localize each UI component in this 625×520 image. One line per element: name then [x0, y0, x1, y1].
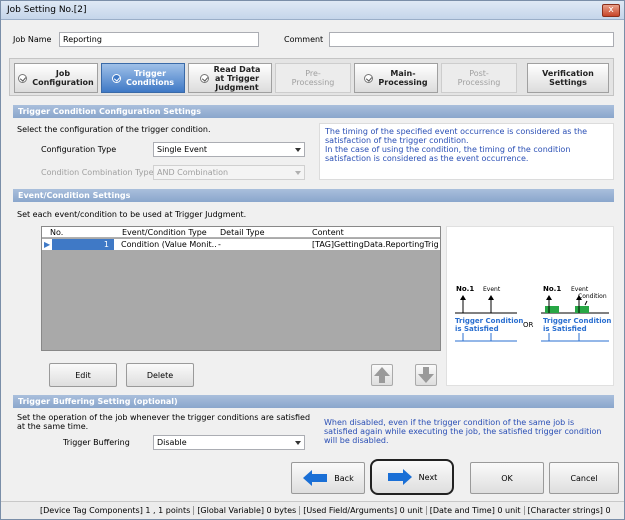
- arrow-left-icon: [303, 470, 328, 486]
- check-icon: [199, 73, 209, 83]
- trigger-buffering-select[interactable]: Disable: [153, 435, 305, 450]
- event-settings-header: Event/Condition Settings: [13, 189, 614, 202]
- table-row[interactable]: ▶ 1 Condition (Value Monit... - [TAG]Get…: [42, 239, 440, 250]
- job-setting-window: Job Setting No.[2] x Job Name Reporting …: [0, 0, 625, 520]
- step-label: Job Configuration: [32, 69, 94, 87]
- trigger-timing-diagram: No.1 Event Trigger Condition is Satisfie…: [446, 226, 614, 386]
- arrow-down-icon: [418, 367, 434, 383]
- job-name-label: Job Name: [13, 35, 52, 44]
- condition-timeline-icon: [541, 295, 609, 314]
- back-text: Back: [334, 473, 354, 483]
- job-name-field[interactable]: Reporting: [59, 32, 259, 47]
- step-pre-processing: Pre- Processing: [275, 63, 351, 93]
- column-header: Content: [312, 228, 344, 237]
- status-text: [Device Tag Components] 1 , 1 points [Glo…: [37, 506, 614, 515]
- row-detail: -: [218, 240, 221, 249]
- row-content: [TAG]GettingData.ReportingTrig...: [312, 240, 439, 249]
- step-verification-settings[interactable]: Verification Settings: [527, 63, 609, 93]
- window-title: Job Setting No.[2]: [7, 5, 87, 15]
- trigger-config-desc: Select the configuration of the trigger …: [17, 125, 211, 134]
- row-number: 1: [52, 239, 114, 250]
- move-down-button[interactable]: [415, 364, 437, 386]
- diagram-event-label: Event: [483, 286, 501, 293]
- ok-button[interactable]: OK: [470, 462, 544, 494]
- delete-button[interactable]: Delete: [126, 363, 194, 387]
- back-button[interactable]: Back: [291, 462, 365, 494]
- event-settings-desc: Set each event/condition to be used at T…: [17, 210, 247, 219]
- status-device-tag: [Device Tag Components] 1 , 1 points: [37, 506, 195, 515]
- satisfied-timeline-icon: [455, 333, 517, 342]
- step-job-configuration[interactable]: Job Configuration: [14, 63, 98, 93]
- event-condition-table: No. Event/Condition Type Detail Type Con…: [41, 226, 441, 351]
- title-bar: Job Setting No.[2] x: [1, 1, 624, 20]
- check-icon: [364, 73, 374, 83]
- cancel-button[interactable]: Cancel: [549, 462, 619, 494]
- status-character-strings: [Character strings] 0: [527, 506, 611, 515]
- event-timeline-icon: [455, 295, 517, 314]
- move-up-button[interactable]: [371, 364, 393, 386]
- step-main-processing[interactable]: Main- Processing: [354, 63, 438, 93]
- arrow-up-icon: [374, 367, 390, 383]
- configuration-type-value: Single Event: [157, 145, 208, 154]
- step-post-processing: Post- Processing: [441, 63, 517, 93]
- check-icon: [111, 73, 121, 83]
- status-used-field: [Used Field/Arguments] 0 unit: [300, 506, 427, 515]
- combination-type-label: Condition Combination Type: [41, 168, 154, 177]
- comment-field[interactable]: [329, 32, 614, 47]
- column-header: No.: [50, 228, 64, 237]
- diagram-no-label: No.1: [456, 285, 475, 293]
- table-header: No. Event/Condition Type Detail Type Con…: [42, 227, 440, 238]
- step-read-data[interactable]: Read Data at Trigger Judgment: [188, 63, 272, 93]
- chevron-down-icon: [295, 171, 301, 175]
- trigger-config-info: The timing of the specified event occurr…: [319, 123, 614, 180]
- diagram-event-label: Event: [571, 286, 589, 293]
- trigger-buffering-label: Trigger Buffering: [63, 438, 130, 447]
- step-label: Pre- Processing: [291, 69, 335, 87]
- row-type: Condition (Value Monit...: [121, 240, 217, 249]
- trigger-config-header: Trigger Condition Configuration Settings: [13, 105, 614, 118]
- close-button[interactable]: x: [602, 4, 620, 17]
- row-pointer-icon: ▶: [44, 240, 51, 249]
- check-icon: [18, 73, 28, 83]
- status-date-time: [Date and Time] 0 unit: [426, 506, 525, 515]
- step-label: Read Data at Trigger Judgment: [213, 64, 261, 92]
- edit-button[interactable]: Edit: [49, 363, 117, 387]
- chevron-down-icon: [295, 441, 301, 445]
- step-trigger-conditions[interactable]: Trigger Conditions: [101, 63, 185, 93]
- step-label: Main- Processing: [378, 69, 428, 87]
- step-label: Post- Processing: [457, 69, 501, 87]
- arrow-right-icon: [387, 469, 412, 485]
- combination-type-value: AND Combination: [157, 168, 229, 177]
- buffering-info: When disabled, even if the trigger condi…: [324, 418, 602, 445]
- status-bar: [Device Tag Components] 1 , 1 points [Glo…: [1, 501, 624, 519]
- configuration-type-label: Configuration Type: [41, 145, 117, 154]
- next-button[interactable]: Next: [370, 459, 454, 495]
- diagram-or: OR: [523, 321, 534, 329]
- buffering-header: Trigger Buffering Setting (optional): [13, 395, 614, 408]
- comment-label: Comment: [284, 35, 324, 44]
- column-header: Event/Condition Type: [122, 228, 207, 237]
- step-label: Trigger Conditions: [125, 69, 175, 87]
- next-text: Next: [418, 472, 438, 482]
- configuration-type-select[interactable]: Single Event: [153, 142, 305, 157]
- status-global-variable: [Global Variable] 0 bytes: [194, 506, 301, 515]
- diagram-no-label: No.1: [543, 285, 562, 293]
- satisfied-timeline-icon: [541, 333, 609, 342]
- buffering-desc: Set the operation of the job whenever th…: [17, 413, 311, 431]
- combination-type-select: AND Combination: [153, 165, 305, 180]
- chevron-down-icon: [295, 148, 301, 152]
- column-header: Detail Type: [220, 228, 265, 237]
- trigger-buffering-value: Disable: [157, 438, 187, 447]
- wizard-step-bar: Job Configuration Trigger Conditions Rea…: [9, 58, 614, 96]
- step-label: Verification Settings: [542, 69, 594, 87]
